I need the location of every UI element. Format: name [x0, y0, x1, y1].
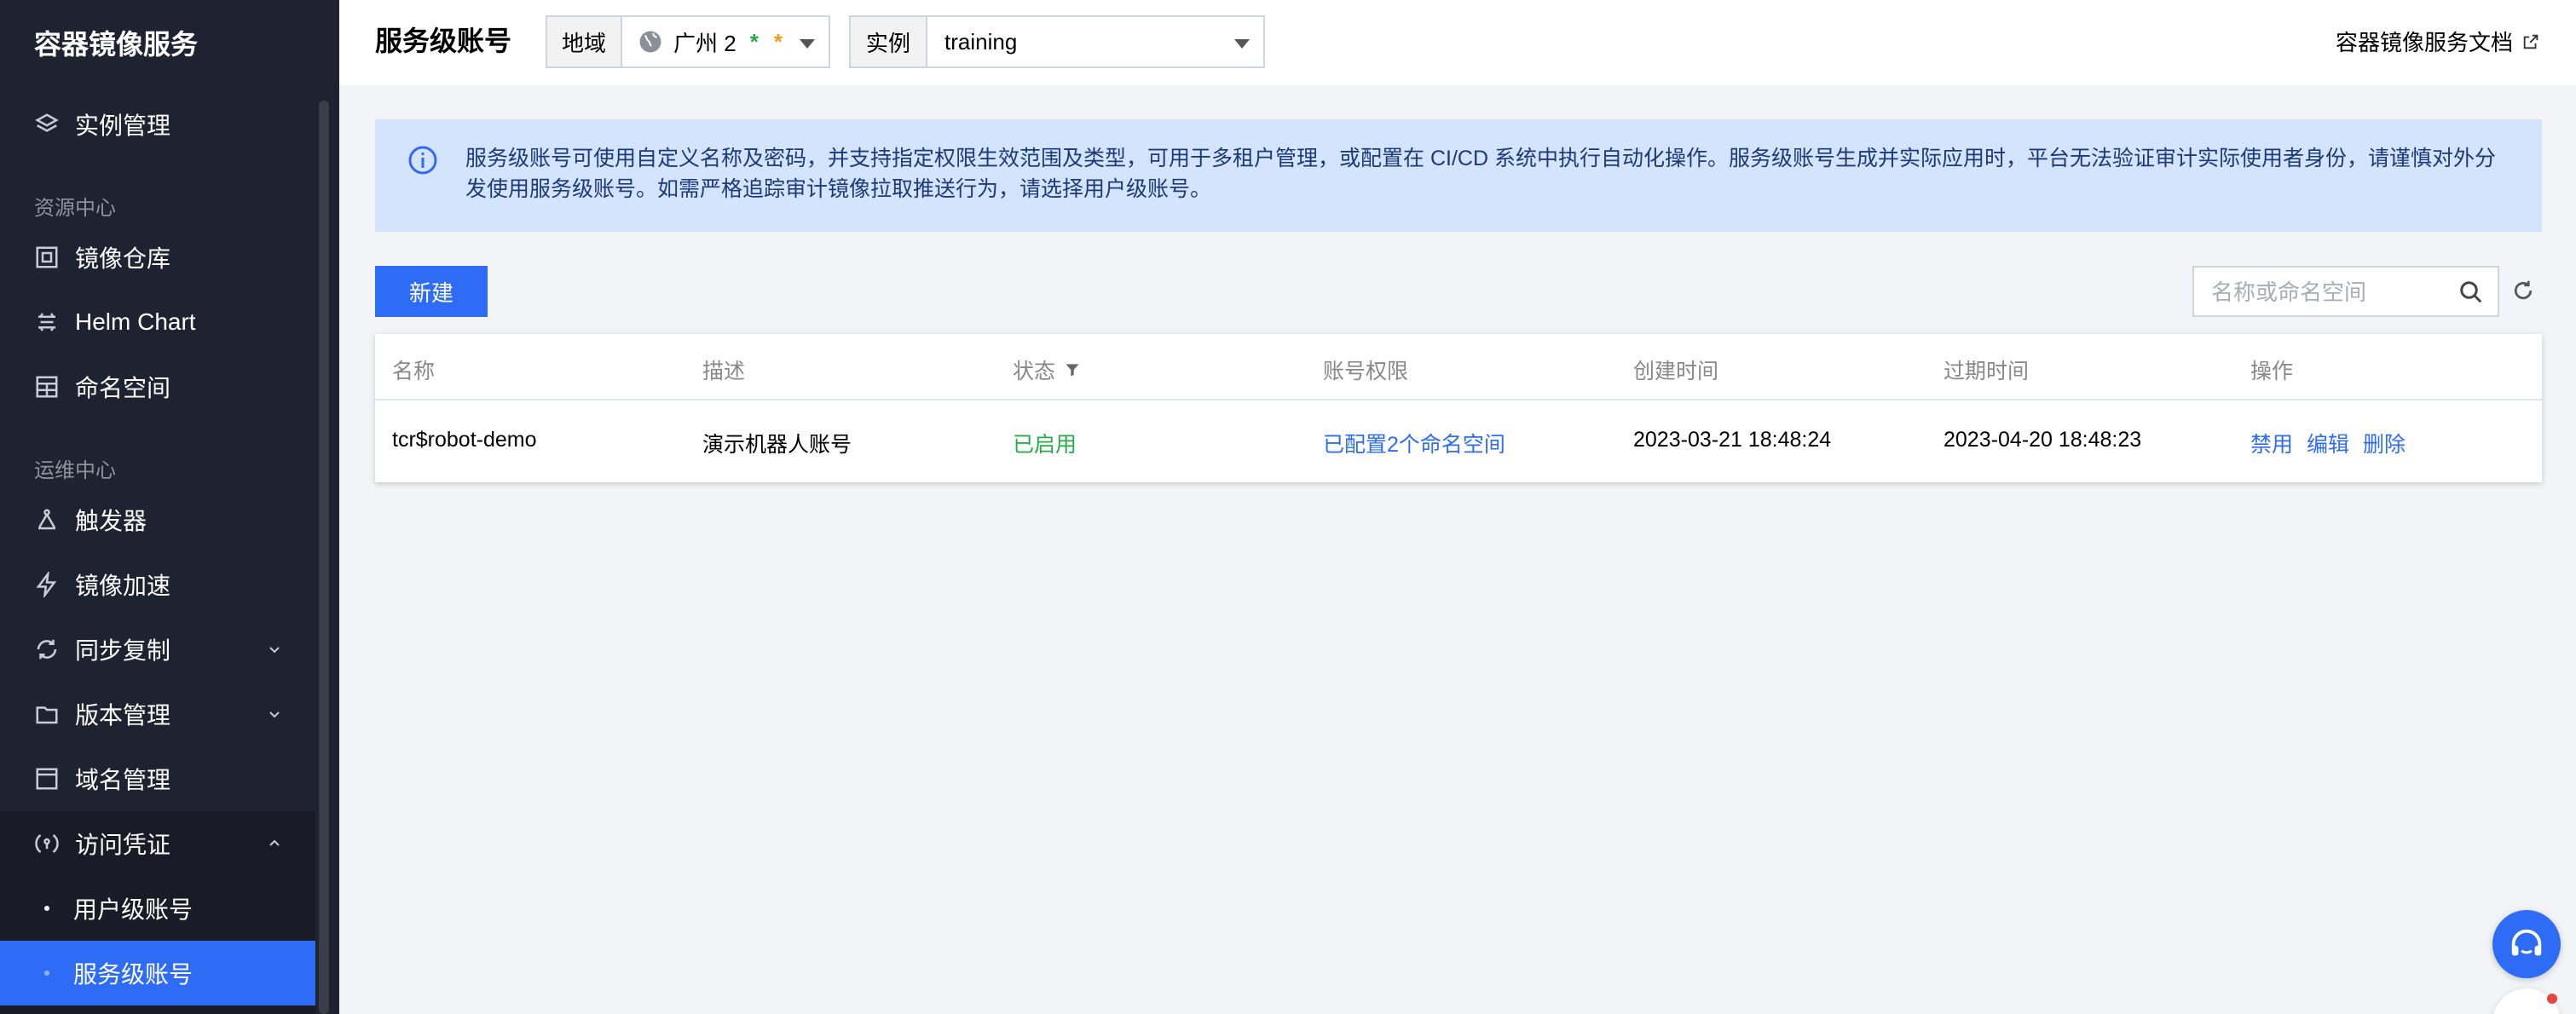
window-icon — [32, 764, 61, 793]
doc-link-label: 容器镜像服务文档 — [2335, 30, 2513, 55]
col-perm: 账号权限 — [1323, 360, 1409, 383]
search-box — [2192, 266, 2499, 317]
sidebar-item-label: 用户级账号 — [73, 896, 193, 923]
headset-icon — [2511, 929, 2542, 956]
cell-created: 2023-03-21 18:48:24 — [1633, 428, 1832, 452]
region-star-orange: * — [773, 28, 783, 55]
instance-select[interactable]: training — [927, 15, 1265, 68]
perm-link[interactable]: 已配置2个命名空间 — [1323, 428, 1505, 458]
cell-name: tcr$robot-demo — [392, 428, 537, 452]
bullet-icon — [44, 906, 49, 911]
new-button[interactable]: 新建 — [375, 266, 488, 317]
chevron-down-icon — [269, 712, 280, 718]
sidebar-item-label: 服务级账号 — [73, 961, 193, 988]
cell-expires: 2023-04-20 18:48:23 — [1944, 428, 2142, 452]
key-icon — [32, 829, 61, 858]
region-label: 地域 — [546, 15, 622, 68]
sidebar-scrollbar[interactable] — [319, 101, 329, 1014]
sidebar-item-label: 实例管理 — [75, 112, 171, 139]
col-created: 创建时间 — [1633, 360, 1719, 383]
credential-group: 访问凭证 用户级账号 服务级账号 — [0, 811, 315, 1014]
info-icon — [408, 146, 437, 175]
sidebar-item-version[interactable]: 版本管理 — [0, 682, 315, 746]
sidebar-item-helm[interactable]: Helm Chart — [0, 290, 315, 354]
sidebar-item-trigger[interactable]: 触发器 — [0, 487, 315, 552]
sidebar-item-repo[interactable]: 镜像仓库 — [0, 225, 315, 290]
col-expires: 过期时间 — [1944, 360, 2030, 383]
sidebar-item-service-account[interactable]: 服务级账号 — [0, 941, 315, 1005]
filter-icon[interactable] — [1064, 361, 1081, 378]
instance-value: training — [944, 28, 1018, 55]
search-icon[interactable] — [2458, 279, 2484, 305]
sidebar-item-credential[interactable]: 访问凭证 — [0, 811, 315, 876]
accounts-table: 名称 描述 状态 账号权限 创建时间 过期时间 操作 tcr$robot-dem… — [375, 334, 2542, 482]
notification-dot — [2547, 994, 2557, 1004]
status-badge: 已启用 — [1013, 433, 1077, 457]
app-title: 容器镜像服务 — [34, 28, 199, 60]
sidebar-item-label: 访问凭证 — [75, 832, 171, 858]
topbar: 服务级账号 地域 广州 2 * * 实例 training 容器镜像服务文档 — [339, 0, 2576, 85]
sidebar-item-label: Helm Chart — [75, 308, 196, 335]
row-actions: 禁用 编辑 删除 — [2250, 428, 2406, 458]
lightning-icon — [32, 570, 61, 599]
region-value: 广州 2 — [673, 30, 736, 56]
col-ops: 操作 — [2250, 360, 2294, 383]
sidebar-item-instance[interactable]: 实例管理 — [0, 92, 315, 157]
sidebar-item-label: 域名管理 — [75, 767, 171, 793]
helm-icon — [32, 308, 61, 337]
chevron-down-icon — [269, 647, 280, 654]
col-desc: 描述 — [702, 360, 746, 383]
edit-button[interactable]: 编辑 — [2307, 428, 2349, 458]
trigger-icon — [32, 505, 61, 534]
sidebar-item-domain[interactable]: 域名管理 — [0, 746, 315, 811]
sidebar: 容器镜像服务 实例管理 资源中心 镜像仓库 Helm Chart 命名空间 运维… — [0, 0, 339, 1014]
help-button[interactable] — [2492, 910, 2561, 978]
search-input[interactable] — [2211, 276, 2450, 308]
sidebar-item-label: 同步复制 — [75, 637, 171, 664]
refresh-icon[interactable] — [2510, 278, 2536, 303]
sidebar-item-label: 镜像加速 — [75, 573, 171, 599]
section-ops: 运维中心 — [34, 459, 116, 482]
layers-icon — [32, 110, 61, 139]
region-star-green: * — [749, 28, 759, 55]
col-status[interactable]: 状态 — [1013, 354, 1081, 385]
col-name: 名称 — [392, 360, 436, 383]
info-notice: 服务级账号可使用自定义名称及密码，并支持指定权限生效范围及类型，可用于多租户管理… — [375, 119, 2542, 232]
chevron-up-icon — [269, 839, 280, 846]
sidebar-item-sync[interactable]: 同步复制 — [0, 617, 315, 682]
table-header: 名称 描述 状态 账号权限 创建时间 过期时间 操作 — [375, 334, 2542, 400]
section-resource: 资源中心 — [34, 197, 116, 220]
folder-icon — [32, 700, 61, 729]
region-select[interactable]: 广州 2 * * — [622, 15, 830, 68]
globe-icon — [639, 31, 661, 53]
grid-icon — [32, 372, 61, 401]
external-link-icon — [2523, 34, 2538, 49]
instance-label: 实例 — [849, 15, 927, 68]
repo-icon — [32, 243, 61, 272]
doc-link[interactable]: 容器镜像服务文档 — [2336, 26, 2540, 57]
page-title: 服务级账号 — [375, 25, 512, 57]
sidebar-item-label: 版本管理 — [75, 702, 171, 729]
sidebar-item-label: 镜像仓库 — [75, 245, 171, 272]
delete-button[interactable]: 删除 — [2363, 428, 2406, 458]
bullet-icon — [44, 971, 49, 976]
sidebar-item-label: 命名空间 — [75, 375, 171, 401]
sync-icon — [32, 635, 61, 664]
sidebar-item-accel[interactable]: 镜像加速 — [0, 552, 315, 617]
col-status-label: 状态 — [1013, 360, 1056, 383]
sidebar-item-user-account[interactable]: 用户级账号 — [0, 876, 315, 941]
disable-button[interactable]: 禁用 — [2250, 428, 2293, 458]
cell-desc: 演示机器人账号 — [702, 433, 852, 457]
chevron-down-icon — [800, 39, 815, 49]
sidebar-item-label: 触发器 — [75, 508, 147, 534]
chevron-down-icon — [1234, 39, 1250, 49]
sidebar-item-namespace[interactable]: 命名空间 — [0, 354, 315, 419]
notice-text: 服务级账号可使用自定义名称及密码，并支持指定权限生效范围及类型，可用于多租户管理… — [465, 147, 2496, 201]
